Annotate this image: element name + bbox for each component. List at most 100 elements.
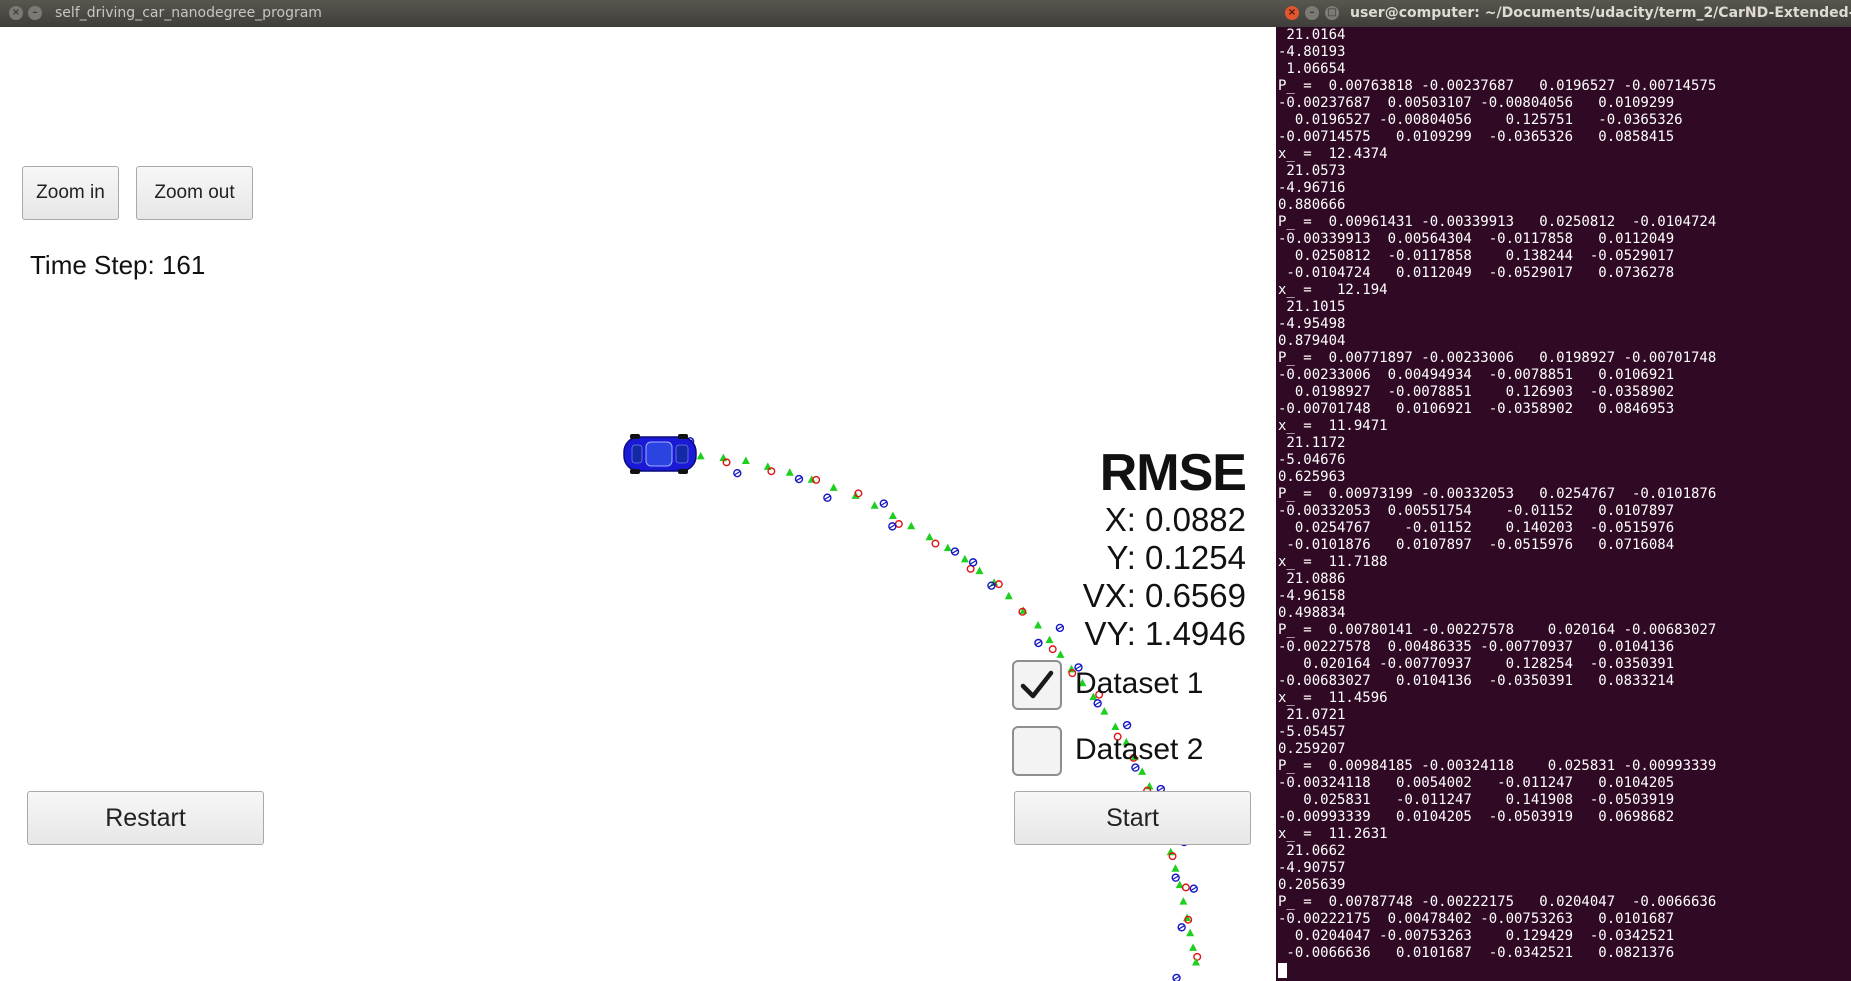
lidar-marker bbox=[931, 539, 940, 548]
rmse-panel: RMSE X: 0.0882 Y: 0.1254 VX: 0.6569 VY: … bbox=[1082, 445, 1247, 653]
terminal-line: 0.879404 bbox=[1278, 333, 1346, 349]
simulator-titlebar: × – self_driving_car_nanodegree_program bbox=[0, 0, 1276, 27]
terminal-line: x_ = 11.4596 bbox=[1278, 690, 1388, 706]
estimate-marker bbox=[925, 532, 934, 541]
terminal-line: P_ = 0.00771897 -0.00233006 0.0198927 -0… bbox=[1278, 350, 1717, 366]
estimate-marker bbox=[1034, 621, 1043, 629]
terminal-line: 21.0886 bbox=[1278, 571, 1346, 587]
terminal-line: -0.0104724 0.0112049 -0.0529017 0.073627… bbox=[1278, 265, 1675, 281]
terminal-line: 0.020164 -0.00770937 0.128254 -0.0350391 bbox=[1278, 656, 1675, 672]
simulator-window: × – self_driving_car_nanodegree_program … bbox=[0, 0, 1276, 981]
terminal-line: -4.95498 bbox=[1278, 316, 1346, 332]
terminal-line: -5.04676 bbox=[1278, 452, 1346, 468]
estimate-marker bbox=[1186, 928, 1195, 937]
car-icon bbox=[623, 434, 697, 474]
estimate-marker bbox=[1056, 650, 1065, 658]
close-icon[interactable]: × bbox=[9, 6, 23, 20]
estimate-marker bbox=[829, 483, 838, 491]
terminal-line: -0.00339913 0.00564304 -0.0117858 0.0112… bbox=[1278, 231, 1675, 247]
terminal-line: 0.625963 bbox=[1278, 469, 1346, 485]
terminal-line: x_ = 12.4374 bbox=[1278, 146, 1388, 162]
estimate-marker bbox=[1189, 943, 1198, 951]
terminal-line: -0.00993339 0.0104205 -0.0503919 0.06986… bbox=[1278, 809, 1675, 825]
simulator-canvas[interactable]: Zoom in Zoom out Time Step: 161 RMSE X: … bbox=[0, 27, 1276, 981]
terminal-line: P_ = 0.00787748 -0.00222175 0.0204047 -0… bbox=[1278, 894, 1717, 910]
terminal-line: P_ = 0.00961431 -0.00339913 0.0250812 -0… bbox=[1278, 214, 1717, 230]
terminal-line: -0.00683027 0.0104136 -0.0350391 0.08332… bbox=[1278, 673, 1675, 689]
terminal-line: P_ = 0.00780141 -0.00227578 0.020164 -0.… bbox=[1278, 622, 1717, 638]
minimize-icon[interactable]: – bbox=[28, 6, 42, 20]
terminal-line: -4.96716 bbox=[1278, 180, 1346, 196]
maximize-icon[interactable]: □ bbox=[1325, 6, 1339, 20]
estimate-marker bbox=[943, 543, 952, 552]
radar-marker bbox=[888, 522, 897, 531]
terminal-line: -0.00233006 0.00494934 -0.0078851 0.0106… bbox=[1278, 367, 1675, 383]
radar-marker bbox=[950, 547, 960, 556]
zoom-out-button[interactable]: Zoom out bbox=[136, 166, 253, 220]
terminal-line: -0.00701748 0.0106921 -0.0358902 0.08469… bbox=[1278, 401, 1675, 417]
terminal-line: -5.05457 bbox=[1278, 724, 1346, 740]
time-step-readout: Time Step: 161 bbox=[30, 250, 206, 280]
terminal-line: -0.00237687 0.00503107 -0.00804056 0.010… bbox=[1278, 95, 1675, 111]
dataset-2-label: Dataset 2 bbox=[1075, 733, 1204, 766]
terminal-output[interactable]: 21.0164 -4.80193 1.06654 P_ = 0.00763818 -… bbox=[1276, 27, 1851, 981]
terminal-line: 21.1172 bbox=[1278, 435, 1346, 451]
terminal-line: 21.0164 bbox=[1278, 27, 1346, 43]
estimate-marker bbox=[1171, 864, 1180, 872]
rmse-x: X: 0.0882 bbox=[1104, 501, 1246, 538]
estimate-marker bbox=[960, 554, 969, 563]
window-title: self_driving_car_nanodegree_program bbox=[55, 5, 322, 21]
terminal-titlebar: × – □ user@computer: ~/Documents/udacity… bbox=[1276, 0, 1851, 27]
terminal-title: user@computer: ~/Documents/udacity/term_… bbox=[1350, 5, 1851, 21]
terminal-line: 21.0721 bbox=[1278, 707, 1346, 723]
start-button[interactable]: Start bbox=[1014, 791, 1251, 845]
radar-marker bbox=[1171, 873, 1180, 882]
terminal-line: 0.259207 bbox=[1278, 741, 1346, 757]
estimate-marker bbox=[696, 451, 705, 460]
terminal-line: -0.0101876 0.0107897 -0.0515976 0.071608… bbox=[1278, 537, 1675, 553]
radar-marker bbox=[1177, 923, 1186, 932]
terminal-line: -0.00227578 0.00486335 -0.00770937 0.010… bbox=[1278, 639, 1675, 655]
radar-marker bbox=[1122, 720, 1132, 730]
estimate-marker bbox=[1100, 707, 1109, 715]
terminal-line: x_ = 11.2631 bbox=[1278, 826, 1388, 842]
terminal-window[interactable]: × – □ user@computer: ~/Documents/udacity… bbox=[1276, 0, 1851, 981]
terminal-line: -0.00714575 0.0109299 -0.0365326 0.08584… bbox=[1278, 129, 1675, 145]
radar-marker bbox=[823, 493, 832, 502]
terminal-line: -0.00222175 0.00478402 -0.00753263 0.010… bbox=[1278, 911, 1675, 927]
terminal-line: 0.0254767 -0.01152 0.140203 -0.0515976 bbox=[1278, 520, 1675, 536]
radar-marker bbox=[733, 468, 742, 478]
terminal-line: 21.1015 bbox=[1278, 299, 1346, 315]
rmse-y: Y: 0.1254 bbox=[1106, 539, 1246, 576]
terminal-line: -4.80193 bbox=[1278, 44, 1346, 60]
terminal-line: -0.0066636 0.0101687 -0.0342521 0.082137… bbox=[1278, 945, 1675, 961]
terminal-line: P_ = 0.00973199 -0.00332053 0.0254767 -0… bbox=[1278, 486, 1717, 502]
zoom-in-button[interactable]: Zoom in bbox=[22, 166, 119, 220]
terminal-line: x_ = 12.194 bbox=[1278, 282, 1388, 298]
terminal-line: x_ = 11.7188 bbox=[1278, 554, 1388, 570]
restart-button[interactable]: Restart bbox=[27, 791, 264, 845]
lidar-marker bbox=[1181, 883, 1190, 892]
estimate-marker bbox=[1004, 591, 1013, 600]
close-icon[interactable]: × bbox=[1285, 6, 1299, 20]
minimize-icon[interactable]: – bbox=[1305, 6, 1319, 20]
terminal-line: -4.96158 bbox=[1278, 588, 1346, 604]
rmse-vx: VX: 0.6569 bbox=[1082, 577, 1246, 614]
terminal-line: 0.880666 bbox=[1278, 197, 1346, 213]
estimate-marker bbox=[1179, 897, 1188, 905]
terminal-line: x_ = 11.9471 bbox=[1278, 418, 1388, 434]
estimate-marker bbox=[870, 501, 879, 509]
dataset-1-checkbox[interactable] bbox=[1012, 660, 1062, 710]
estimate-marker bbox=[1111, 722, 1120, 731]
terminal-cursor bbox=[1278, 962, 1287, 978]
terminal-line: 0.498834 bbox=[1278, 605, 1346, 621]
estimate-marker bbox=[741, 456, 750, 465]
radar-marker bbox=[1189, 884, 1198, 893]
terminal-line: 0.0250812 -0.0117858 0.138244 -0.0529017 bbox=[1278, 248, 1675, 264]
dataset-2-checkbox[interactable] bbox=[1012, 726, 1062, 776]
terminal-line: 0.0196527 -0.00804056 0.125751 -0.036532… bbox=[1278, 112, 1683, 128]
radar-marker bbox=[1172, 973, 1181, 981]
estimate-marker bbox=[888, 511, 897, 519]
terminal-line: 0.205639 bbox=[1278, 877, 1346, 893]
dataset-1-label: Dataset 1 bbox=[1075, 667, 1204, 700]
